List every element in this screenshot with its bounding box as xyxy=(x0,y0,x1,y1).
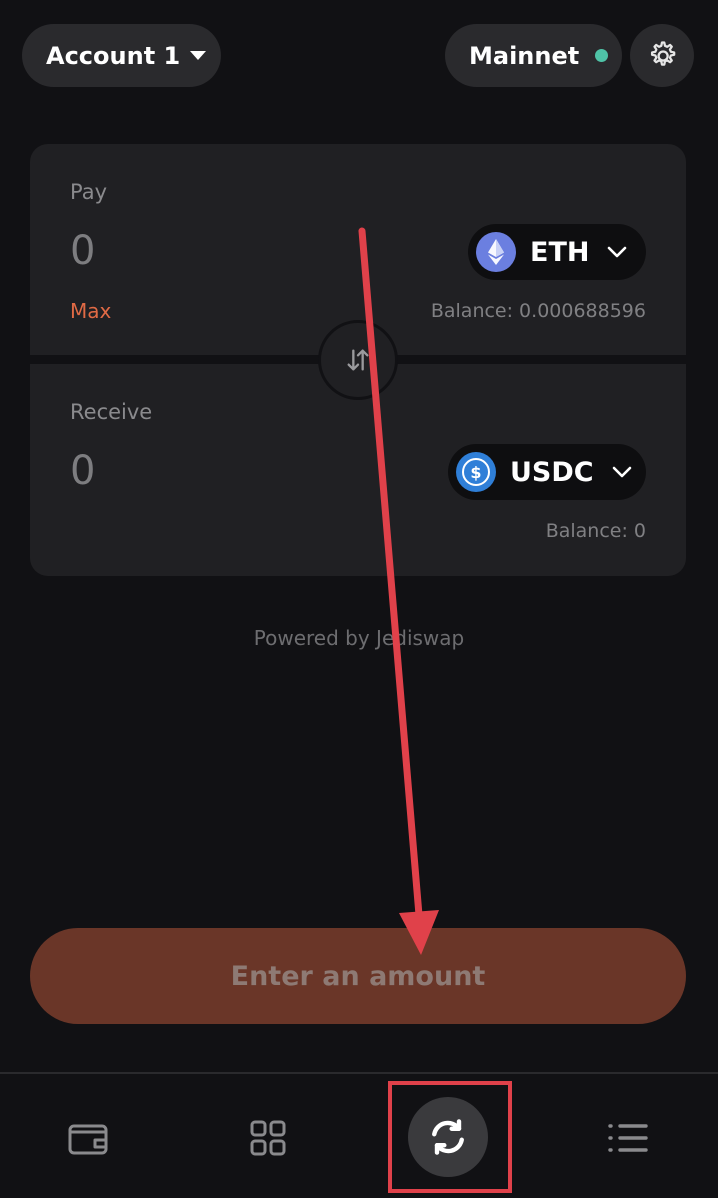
pay-amount-input[interactable]: 0 xyxy=(70,228,95,274)
ethereum-icon xyxy=(476,232,516,272)
caret-down-icon xyxy=(190,51,207,60)
enter-amount-button[interactable]: Enter an amount xyxy=(30,928,686,1024)
powered-by-text: Powered by Jediswap xyxy=(253,626,465,650)
highlight-box xyxy=(388,1081,512,1193)
receive-balance: Balance: 0 xyxy=(545,520,646,542)
grid-icon xyxy=(250,1120,286,1156)
enter-amount-label: Enter an amount xyxy=(230,960,486,992)
nav-activity-button[interactable] xyxy=(598,1108,658,1168)
chevron-down-icon xyxy=(608,246,627,258)
network-name: Mainnet xyxy=(469,41,580,70)
receive-amount-input[interactable]: 0 xyxy=(70,448,95,494)
nav-apps-button[interactable] xyxy=(238,1108,298,1168)
account-name: Account 1 xyxy=(46,41,181,70)
settings-button[interactable] xyxy=(630,24,694,87)
account-selector[interactable]: Account 1 xyxy=(22,24,221,87)
chevron-down-icon xyxy=(612,466,631,478)
gear-icon xyxy=(650,40,676,66)
receive-label: Receive xyxy=(70,400,153,424)
svg-text:$: $ xyxy=(470,463,481,482)
pay-label: Pay xyxy=(70,180,108,204)
nav-wallet-button[interactable] xyxy=(58,1108,118,1168)
wallet-icon xyxy=(68,1124,108,1155)
pay-token-symbol: ETH xyxy=(530,236,590,268)
swap-direction-icon xyxy=(347,349,369,371)
pay-token-selector[interactable]: ETH xyxy=(468,224,646,280)
network-status-dot xyxy=(595,49,609,62)
swap-direction-button[interactable] xyxy=(318,320,398,400)
receive-token-symbol: USDC xyxy=(510,456,594,488)
network-selector[interactable]: Mainnet xyxy=(445,24,622,87)
list-icon xyxy=(608,1124,648,1152)
pay-balance: Balance: 0.000688596 xyxy=(430,300,646,322)
max-button[interactable]: Max xyxy=(70,299,111,323)
usdc-icon: $ xyxy=(456,452,496,492)
receive-token-selector[interactable]: $ USDC xyxy=(448,444,646,500)
